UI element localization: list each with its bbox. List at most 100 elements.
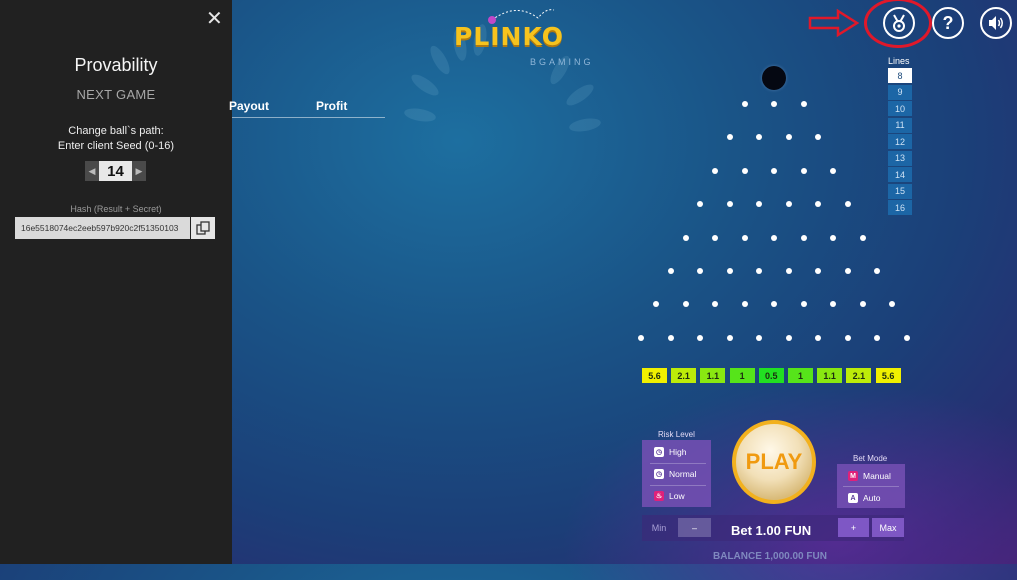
risk-option-normal[interactable]: ◷ Normal — [654, 469, 696, 479]
peg — [667, 334, 674, 341]
peg — [756, 201, 763, 208]
copy-button[interactable] — [191, 217, 215, 239]
seed-increment-icon[interactable]: ▶ — [132, 161, 146, 181]
peg — [682, 234, 689, 241]
peg — [756, 134, 763, 141]
sound-icon — [989, 16, 1003, 30]
seed-value[interactable]: 14 — [99, 161, 132, 181]
divider — [650, 485, 706, 486]
copy-icon — [196, 221, 210, 235]
multiplier-slot: 2.1 — [671, 368, 697, 383]
provability-panel: ✕ Provability NEXT GAME Change ball`s pa… — [0, 0, 232, 564]
auto-icon: A — [848, 493, 858, 503]
peg — [741, 234, 748, 241]
peg — [697, 201, 704, 208]
risk-level-label: Risk Level — [658, 430, 695, 439]
peg — [800, 101, 807, 107]
seed-decrement-icon[interactable]: ◀ — [85, 161, 99, 181]
risk-option-label: High — [669, 447, 687, 457]
tab-payout[interactable]: Payout — [229, 99, 269, 113]
peg — [830, 234, 836, 241]
multiplier-slot: 5.6 — [642, 368, 667, 383]
peg — [859, 234, 866, 241]
close-icon[interactable]: ✕ — [206, 6, 223, 31]
multiplier-slot: 5.6 — [875, 368, 901, 383]
risk-option-high[interactable]: ◷ High — [654, 447, 686, 457]
peg — [712, 301, 718, 308]
peg — [697, 334, 704, 341]
lines-option-13[interactable]: 13 — [888, 150, 912, 166]
lines-option-10[interactable]: 10 — [888, 101, 912, 116]
peg — [726, 134, 733, 141]
bet-mode-auto[interactable]: A Auto — [848, 493, 881, 503]
ball-drop-hole — [762, 66, 786, 90]
lines-option-11[interactable]: 11 — [888, 117, 912, 133]
bet-max-button[interactable]: Max — [872, 518, 904, 537]
bet-min-button[interactable]: Min — [644, 518, 674, 537]
panel-subtitle: NEXT GAME — [76, 87, 156, 102]
bet-mode-manual[interactable]: M Manual — [848, 471, 891, 481]
bet-mode-label: Bet Mode — [853, 454, 888, 463]
lines-option-15[interactable]: 15 — [888, 183, 912, 199]
timer-icon: ◷ — [654, 447, 664, 457]
bet-decrease-button[interactable]: – — [678, 518, 711, 537]
balance-display: BALANCE 1,000.00 FUN — [713, 551, 827, 562]
panel-title: Provability — [74, 55, 158, 75]
peg — [800, 167, 807, 174]
multiplier-slot: 1 — [788, 368, 813, 383]
seed-stepper: ◀ 14 ▶ — [85, 161, 146, 181]
logo-ball-trail-icon — [488, 9, 555, 24]
divider — [843, 486, 899, 487]
peg — [844, 334, 851, 341]
peg — [859, 301, 866, 308]
peg — [712, 234, 718, 241]
peg — [726, 201, 733, 208]
seed-hint-line1: Change ball`s path: — [68, 125, 164, 137]
peg — [756, 334, 763, 341]
peg — [800, 234, 807, 241]
peg — [756, 268, 763, 274]
peg — [815, 268, 822, 274]
peg — [785, 134, 792, 141]
peg — [903, 334, 910, 341]
risk-option-low[interactable]: ♨ Low — [654, 491, 685, 501]
risk-option-label: Normal — [669, 469, 697, 479]
brand-label: BGAMING — [530, 57, 594, 67]
peg — [712, 167, 718, 174]
sound-button[interactable] — [980, 7, 1012, 39]
tab-profit[interactable]: Profit — [316, 99, 347, 113]
tabs-underline — [232, 117, 385, 118]
peg — [682, 301, 689, 308]
manual-icon: M — [848, 471, 858, 481]
lines-option-16[interactable]: 16 — [888, 200, 912, 215]
peg — [653, 301, 659, 308]
seed-hint-line2: Enter client Seed (0-16) — [57, 140, 175, 152]
peg — [844, 201, 851, 208]
lines-option-9[interactable]: 9 — [888, 84, 912, 100]
peg — [771, 234, 777, 241]
multiplier-slot: 0.5 — [758, 368, 784, 383]
lines-option-8[interactable]: 8 — [888, 68, 912, 83]
peg — [638, 334, 645, 341]
multiplier-slot: 1.1 — [700, 368, 726, 383]
peg — [741, 101, 748, 107]
lines-option-14[interactable]: 14 — [888, 167, 912, 182]
peg — [800, 301, 807, 308]
peg — [815, 134, 822, 141]
bet-mode-option-label: Manual — [863, 471, 891, 481]
peg — [830, 301, 836, 308]
peg — [889, 301, 895, 308]
multiplier-slot: 1 — [729, 368, 755, 383]
peg — [874, 334, 881, 341]
bet-increase-button[interactable]: + — [838, 518, 869, 537]
lines-option-12[interactable]: 12 — [888, 134, 912, 149]
hash-label: Hash (Result + Secret) — [70, 204, 162, 214]
bet-mode-option-label: Auto — [863, 493, 881, 503]
peg — [771, 301, 777, 308]
help-button[interactable]: ? — [932, 7, 964, 39]
play-button[interactable]: PLAY — [732, 420, 816, 504]
hash-field[interactable]: 16e5518074ec2eeb597b920c2f51350103 — [15, 217, 190, 239]
multiplier-slot: 1.1 — [817, 368, 843, 383]
red-circle-annotation — [864, 0, 932, 48]
peg — [815, 334, 822, 341]
